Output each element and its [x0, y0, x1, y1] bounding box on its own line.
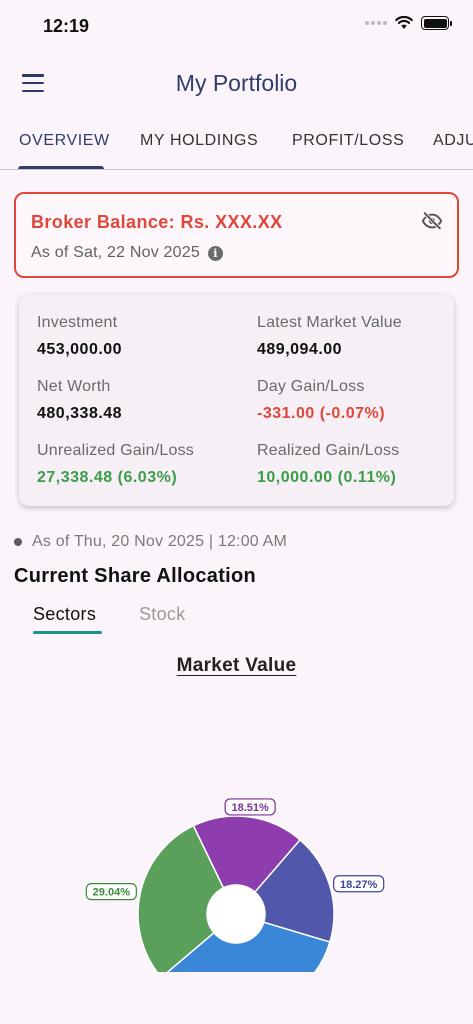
metric-value: 453,000.00 — [37, 341, 123, 358]
section-title: Current Share Allocation — [14, 565, 257, 587]
metric-value: 480,338.48 — [37, 405, 123, 422]
tab-indicator — [18, 166, 104, 169]
tab-adjustments[interactable]: ADJU — [433, 132, 473, 150]
metric-realized-gain-loss: Realized Gain/Loss 10,000.00 (0.11%) — [257, 442, 399, 487]
donut-svg: 18.51% 18.27% 29.04% — [85, 798, 385, 972]
metric-value: 489,094.00 — [257, 341, 343, 358]
status-icons — [365, 16, 452, 30]
metric-value: 10,000.00 (0.11%) — [257, 469, 397, 486]
svg-text:18.27%: 18.27% — [340, 879, 378, 891]
metric-label: Realized Gain/Loss — [257, 442, 400, 459]
metric-latest-market-value: Latest Market Value 489,094.00 — [257, 314, 402, 359]
sub-tab-stock[interactable]: Stock — [139, 604, 186, 625]
broker-balance-card: Broker Balance: Rs. XXX.XX As of Sat, 22… — [14, 192, 459, 278]
broker-as-of-row: As of Sat, 22 Nov 2025 i — [31, 244, 223, 262]
sub-tab-indicator — [33, 631, 102, 634]
battery-icon — [421, 16, 452, 30]
metric-net-worth: Net Worth 480,338.48 — [37, 378, 122, 423]
svg-text:18.51%: 18.51% — [232, 802, 270, 814]
chart-title: Market Value — [176, 655, 297, 676]
page-title: My Portfolio — [175, 70, 298, 96]
as-of-row: As of Thu, 20 Nov 2025 | 12:00 AM — [14, 533, 287, 551]
tab-bar: OVERVIEW MY HOLDINGS PROFIT/LOSS ADJU — [0, 124, 473, 170]
status-bar: 12:19 — [0, 0, 473, 52]
metric-value: 27,338.48 (6.03%) — [37, 469, 178, 486]
metric-value: -331.00 (-0.07%) — [257, 405, 386, 422]
svg-text:29.04%: 29.04% — [93, 887, 131, 899]
app-bar: My Portfolio — [0, 60, 473, 108]
bullet-dot-icon — [14, 538, 22, 546]
metric-label: Day Gain/Loss — [257, 378, 365, 395]
metric-investment: Investment 453,000.00 — [37, 314, 122, 359]
as-of-text: As of Thu, 20 Nov 2025 | 12:00 AM — [32, 533, 288, 550]
allocation-donut-chart: 18.51% 18.27% 29.04% — [0, 780, 473, 972]
donut-data-label: 18.27% — [333, 875, 385, 893]
metric-label: Investment — [37, 314, 118, 331]
info-icon[interactable]: i — [207, 245, 223, 261]
portfolio-summary-card: Investment 453,000.00 Latest Market Valu… — [19, 294, 454, 506]
metric-label: Net Worth — [37, 378, 111, 395]
metric-label: Unrealized Gain/Loss — [37, 442, 194, 459]
metric-label: Latest Market Value — [257, 314, 402, 331]
wifi-icon — [395, 16, 413, 29]
metric-unrealized-gain-loss: Unrealized Gain/Loss 27,338.48 (6.03%) — [37, 442, 194, 487]
donut-data-label: 29.04% — [85, 883, 137, 901]
sub-tab-sectors[interactable]: Sectors — [33, 604, 96, 625]
tab-profit-loss[interactable]: PROFIT/LOSS — [292, 132, 404, 150]
eye-off-icon[interactable] — [421, 210, 443, 232]
status-time: 12:19 — [43, 16, 90, 36]
broker-balance-title: Broker Balance: Rs. XXX.XX — [31, 212, 283, 232]
donut-data-label: 18.51% — [224, 798, 276, 816]
tab-overview[interactable]: OVERVIEW — [19, 132, 110, 150]
broker-as-of-date: As of Sat, 22 Nov 2025 — [31, 244, 200, 261]
metric-day-gain-loss: Day Gain/Loss -331.00 (-0.07%) — [257, 378, 385, 423]
cellular-signal-icon — [365, 21, 387, 25]
donut-hole — [207, 885, 265, 943]
tab-my-holdings[interactable]: MY HOLDINGS — [140, 132, 258, 150]
